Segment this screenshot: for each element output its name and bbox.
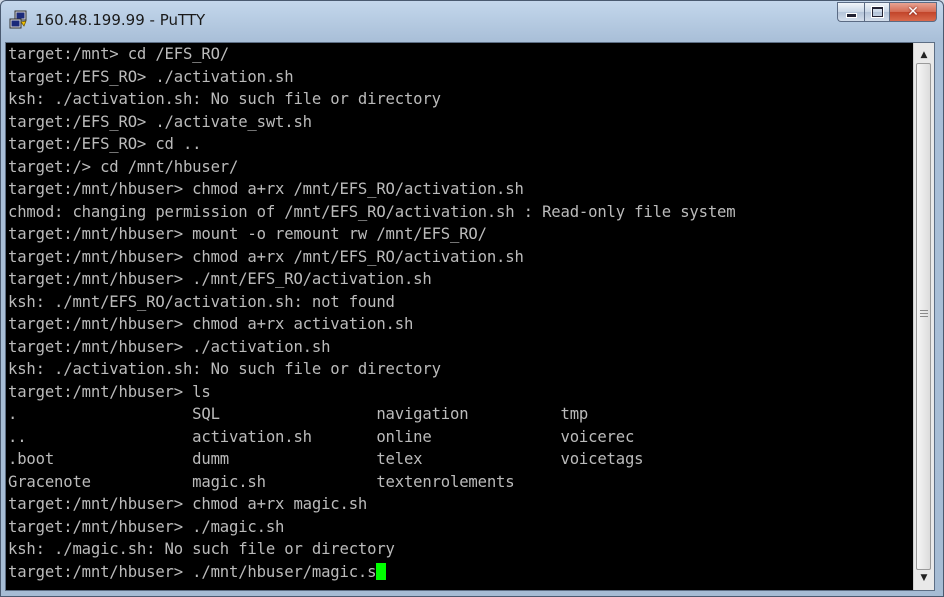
maximize-button[interactable] <box>864 2 890 22</box>
terminal-line: ksh: ./mnt/EFS_RO/activation.sh: not fou… <box>8 292 395 311</box>
caption-buttons: ✕ <box>837 2 937 22</box>
minimize-icon <box>846 13 856 17</box>
terminal-line: target:/EFS_RO> ./activate_swt.sh <box>8 112 312 131</box>
putty-icon[interactable] <box>9 10 29 30</box>
scroll-up-button[interactable]: ▲ <box>916 47 932 63</box>
terminal-line: target:/mnt/hbuser> chmod a+rx /mnt/EFS_… <box>8 247 524 266</box>
terminal-line: target:/mnt/hbuser> ./mnt/EFS_RO/activat… <box>8 270 432 288</box>
terminal-line: ksh: ./activation.sh: No such file or di… <box>8 360 441 378</box>
terminal-line: target:/EFS_RO> cd .. <box>8 135 202 153</box>
title-bar[interactable]: 160.48.199.99 - PuTTY ✕ <box>1 1 943 41</box>
window-title: 160.48.199.99 - PuTTY <box>35 11 206 29</box>
terminal-line: target:/mnt/hbuser> ls <box>8 382 211 401</box>
terminal-cursor <box>376 562 387 580</box>
close-button[interactable]: ✕ <box>890 2 937 22</box>
close-icon: ✕ <box>907 4 919 20</box>
terminal-line: chmod: changing permission of /mnt/EFS_R… <box>8 202 736 221</box>
terminal-line: target:/mnt/hbuser> chmod a+rx /mnt/EFS_… <box>8 180 524 198</box>
terminal-line: ksh: ./activation.sh: No such file or di… <box>8 90 441 108</box>
maximize-icon <box>871 7 883 17</box>
terminal-line: .boot dumm telex voicetags <box>8 450 644 468</box>
terminal-line: target:/mnt/hbuser> chmod a+rx magic.sh <box>8 495 368 513</box>
terminal-line: ksh: ./magic.sh: No such file or directo… <box>8 540 395 558</box>
scrollbar-thumb[interactable] <box>916 63 931 570</box>
terminal-line: target:/mnt/hbuser> ./magic.sh <box>8 517 285 536</box>
terminal-input-line[interactable]: target:/mnt/hbuser> ./mnt/hbuser/magic.s <box>8 561 912 584</box>
scroll-down-button[interactable]: ▼ <box>916 570 932 586</box>
terminal-line: . SQL navigation tmp <box>8 405 589 423</box>
terminal-line: target:/mnt/hbuser> mount -o remount rw … <box>8 225 487 243</box>
terminal-line: target:/EFS_RO> ./activation.sh <box>8 67 294 86</box>
terminal-output[interactable]: target:/mnt> cd /EFS_RO/target:/EFS_RO> … <box>8 43 912 590</box>
putty-window: 160.48.199.99 - PuTTY ✕ target:/mnt> cd … <box>0 0 944 597</box>
terminal-line: target:/mnt/hbuser> chmod a+rx activatio… <box>8 315 414 333</box>
terminal-line: Gracenote magic.sh textenrolements <box>8 472 515 491</box>
current-command: target:/mnt/hbuser> ./mnt/hbuser/magic.s <box>8 562 377 581</box>
terminal-line: target:/mnt> cd /EFS_RO/ <box>8 45 229 63</box>
terminal-line: target:/mnt/hbuser> ./activation.sh <box>8 337 331 356</box>
terminal-frame: target:/mnt> cd /EFS_RO/target:/EFS_RO> … <box>5 42 935 591</box>
arrow-up-icon: ▲ <box>920 50 928 60</box>
arrow-down-icon: ▼ <box>920 573 928 583</box>
terminal-line: .. activation.sh online voicerec <box>8 427 635 446</box>
terminal-line: target:/> cd /mnt/hbuser/ <box>8 157 239 176</box>
grip-icon <box>920 310 928 319</box>
vertical-scrollbar[interactable]: ▲ ▼ <box>913 43 934 590</box>
minimize-button[interactable] <box>837 2 864 22</box>
